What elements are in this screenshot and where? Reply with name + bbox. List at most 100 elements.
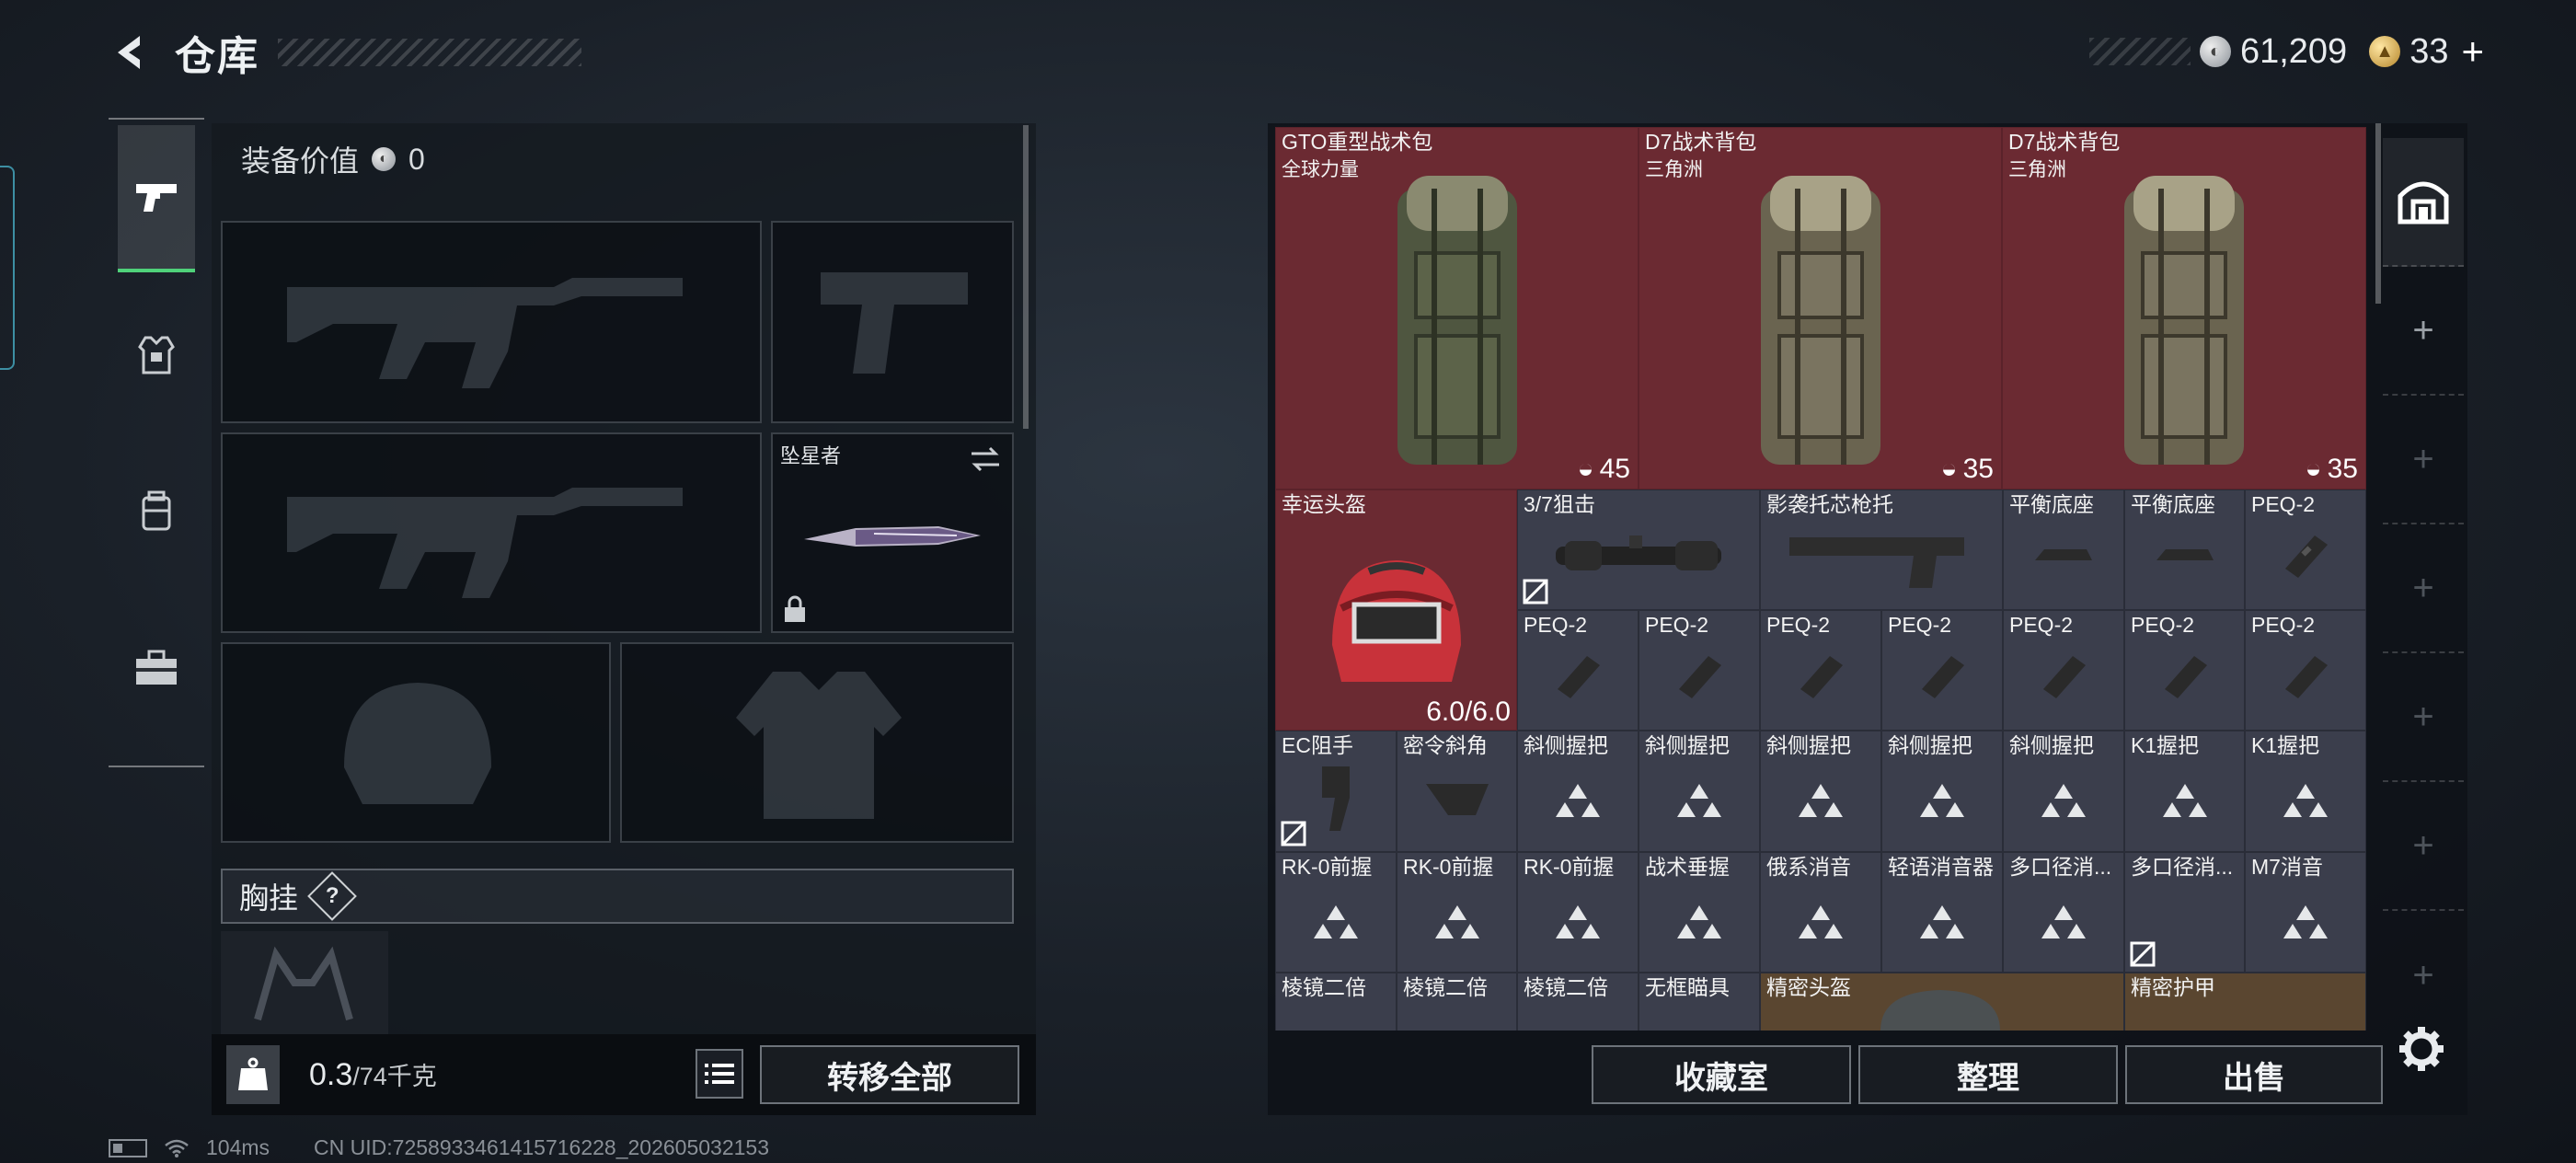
stash-item[interactable]: PEQ-2 bbox=[1639, 610, 1760, 731]
stash-item[interactable]: 斜侧握把 bbox=[1639, 731, 1760, 852]
player-uid: CN UID:7258933461415716228_202605032153 bbox=[314, 1135, 769, 1159]
stash-item[interactable]: RK-0前握 bbox=[1397, 852, 1517, 973]
stash-item[interactable]: RK-0前握 bbox=[1517, 852, 1639, 973]
secondary-weapon-slot[interactable] bbox=[221, 432, 762, 633]
item-name: 棱镜二倍 bbox=[1282, 975, 1366, 999]
stash-item[interactable]: 俄系消音 bbox=[1760, 852, 1881, 973]
item-name: M7消音 bbox=[2251, 855, 2323, 879]
stash-scrollbar[interactable] bbox=[2375, 123, 2381, 304]
stash-tab-add[interactable]: + bbox=[2383, 911, 2464, 1040]
back-arrow-icon[interactable] bbox=[103, 25, 158, 80]
stash-item[interactable]: 战术垂握 bbox=[1639, 852, 1760, 973]
tab-weapons[interactable] bbox=[118, 125, 195, 272]
stash-item[interactable]: RK-0前握 bbox=[1275, 852, 1397, 973]
stash-item[interactable]: 密令斜角 bbox=[1397, 731, 1517, 852]
stash-item[interactable]: 平衡底座 bbox=[2124, 489, 2245, 610]
stash-item[interactable]: 精密头盔 bbox=[1760, 973, 2124, 1031]
chest-rig-slot[interactable] bbox=[221, 931, 388, 1034]
stash-item[interactable]: 棱镜二倍 bbox=[1397, 973, 1517, 1031]
placeholder-triangles-icon bbox=[1556, 784, 1600, 818]
placeholder-triangles-icon bbox=[1556, 904, 1600, 938]
battery-icon bbox=[109, 1138, 147, 1157]
tab-backpack[interactable] bbox=[118, 438, 195, 585]
stash-item[interactable]: 多口径消... bbox=[2124, 852, 2245, 973]
sell-button[interactable]: 出售 bbox=[2125, 1045, 2383, 1104]
stash-item[interactable]: PEQ-2 bbox=[2245, 489, 2366, 610]
laser-image-icon bbox=[2164, 655, 2207, 698]
stash-item[interactable]: M7消音 bbox=[2245, 852, 2366, 973]
placeholder-triangles-icon bbox=[2283, 904, 2328, 938]
stash-item[interactable]: 斜侧握把 bbox=[2003, 731, 2124, 852]
item-name: PEQ-2 bbox=[2251, 492, 2316, 516]
ping: 104ms bbox=[206, 1135, 270, 1159]
helmet-slot[interactable] bbox=[221, 642, 611, 843]
stash-tab-add[interactable]: + bbox=[2383, 653, 2464, 782]
pistol-slot[interactable] bbox=[771, 221, 1014, 423]
item-name: 精密护甲 bbox=[2131, 975, 2215, 999]
item-name: 无框瞄具 bbox=[1645, 975, 1730, 999]
stash-item-backpack[interactable]: D7战术背包 三角洲 ◒ 35 bbox=[2002, 127, 2366, 489]
stash-item[interactable]: 精密护甲 bbox=[2124, 973, 2366, 1031]
stash-item[interactable]: PEQ-2 bbox=[1760, 610, 1881, 731]
stash-grid: GTO重型战术包 全球力量 ◒ 45 D7战术背包 三角洲 ◒ 35 D7战术背包 … bbox=[1275, 127, 2366, 1031]
armor-slot[interactable] bbox=[620, 642, 1014, 843]
status-bar: 104ms CN UID:7258933461415716228_2026050… bbox=[109, 1135, 769, 1160]
stash-item[interactable]: PEQ-2 bbox=[2245, 610, 2366, 731]
stash-tab-add[interactable]: + bbox=[2383, 396, 2464, 524]
stash-item[interactable]: PEQ-2 bbox=[2003, 610, 2124, 731]
collection-room-button[interactable]: 收藏室 bbox=[1592, 1045, 1851, 1104]
item-name: 轻语消音器 bbox=[1888, 855, 1994, 879]
stash-tab-add[interactable]: + bbox=[2383, 524, 2464, 653]
stash-item[interactable]: PEQ-2 bbox=[1517, 610, 1639, 731]
no-slot-icon bbox=[1523, 579, 1548, 605]
add-currency-button[interactable]: + bbox=[2461, 29, 2484, 74]
stash-tab-add[interactable]: + bbox=[2383, 267, 2464, 396]
stash-item[interactable]: K1握把 bbox=[2124, 731, 2245, 852]
stash-item[interactable]: 3/7狙击 bbox=[1517, 489, 1760, 610]
laser-image-icon bbox=[2285, 655, 2328, 698]
item-name: 斜侧握把 bbox=[1888, 733, 1972, 757]
stash-item[interactable]: 斜侧握把 bbox=[1881, 731, 2003, 852]
stash-tab-add[interactable]: + bbox=[2383, 782, 2464, 911]
stash-item[interactable]: 影袭托芯枪托 bbox=[1760, 489, 2003, 610]
armor-vest-icon bbox=[138, 336, 175, 374]
stash-item[interactable]: 轻语消音器 bbox=[1881, 852, 2003, 973]
transfer-all-button[interactable]: 转移全部 bbox=[760, 1045, 1019, 1104]
stash-item-backpack[interactable]: D7战术背包 三角洲 ◒ 35 bbox=[1639, 127, 2002, 489]
stash-item[interactable]: 斜侧握把 bbox=[1517, 731, 1639, 852]
item-name: 俄系消音 bbox=[1766, 855, 1851, 879]
stash-item[interactable]: 棱镜二倍 bbox=[1275, 973, 1397, 1031]
stash-item-backpack[interactable]: GTO重型战术包 全球力量 ◒ 45 bbox=[1275, 127, 1639, 489]
tab-toolbox[interactable] bbox=[118, 594, 195, 742]
stash-item[interactable]: PEQ-2 bbox=[1881, 610, 2003, 731]
angled-grip-image-icon bbox=[1425, 783, 1489, 815]
stash-item[interactable]: 斜侧握把 bbox=[1760, 731, 1881, 852]
stash-item[interactable]: 平衡底座 bbox=[2003, 489, 2124, 610]
stash-item[interactable]: 棱镜二倍 bbox=[1517, 973, 1639, 1031]
melee-slot[interactable]: 坠星者 bbox=[771, 432, 1014, 633]
loadout-scrollbar[interactable] bbox=[1023, 125, 1029, 429]
primary-weapon-slot[interactable] bbox=[221, 221, 762, 423]
stash-tab-bunker[interactable] bbox=[2383, 138, 2464, 267]
rifle-silhouette-icon bbox=[287, 488, 683, 598]
plus-icon: + bbox=[2412, 824, 2434, 866]
item-name: K1握把 bbox=[2251, 733, 2320, 757]
chest-rig-silhouette-icon bbox=[254, 946, 353, 1021]
sort-button[interactable]: 整理 bbox=[1858, 1045, 2118, 1104]
stash-item[interactable]: K1握把 bbox=[2245, 731, 2366, 852]
stash-item[interactable]: 无框瞄具 bbox=[1639, 973, 1760, 1031]
gear-icon[interactable] bbox=[2398, 1025, 2445, 1073]
tab-armor[interactable] bbox=[118, 282, 195, 429]
currency-bar: ◐ 61,209 ▲ 33 + bbox=[2088, 26, 2484, 77]
list-view-button[interactable] bbox=[696, 1049, 743, 1099]
help-icon[interactable]: ? bbox=[307, 871, 357, 921]
stash-item-helmet[interactable]: 幸运头盔 6.0/6.0 bbox=[1275, 489, 1517, 731]
stash-item[interactable]: PEQ-2 bbox=[2124, 610, 2245, 731]
stash-item[interactable]: EC阻手 bbox=[1275, 731, 1397, 852]
plus-icon: + bbox=[2412, 438, 2434, 479]
laser-image-icon bbox=[2285, 535, 2328, 578]
stash-item[interactable]: 多口径消... bbox=[2003, 852, 2124, 973]
placeholder-triangles-icon bbox=[1799, 784, 1843, 818]
swap-icon[interactable] bbox=[968, 443, 1003, 475]
stock-image-icon bbox=[1789, 536, 1964, 588]
